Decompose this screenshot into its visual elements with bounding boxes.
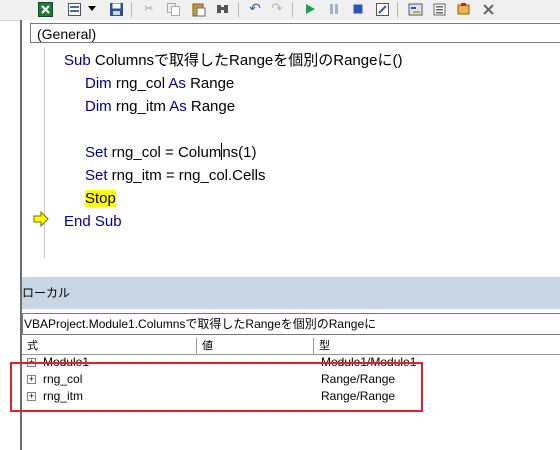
procedure-combo[interactable]: (General): [30, 23, 560, 43]
object-browser-icon[interactable]: [455, 1, 471, 17]
code-text: Range: [185, 75, 235, 92]
locals-grid-header: 式 値 型: [22, 338, 560, 355]
excel-icon[interactable]: [37, 1, 53, 17]
code-line: Sub Columnsで取得したRangeを個別のRangeに(): [64, 50, 402, 72]
code-window: (General) Sub Columnsで取得したRangeを個別のRange…: [20, 20, 560, 285]
keyword: As: [168, 75, 186, 92]
annotation-highlight-box: [10, 362, 423, 412]
column-header-type[interactable]: 型: [314, 338, 560, 354]
column-header-expression[interactable]: 式: [22, 338, 197, 354]
undo-icon[interactable]: ↶: [247, 1, 263, 17]
keyword: Dim: [85, 98, 112, 115]
code-line: Dim rng_col As Range: [85, 73, 234, 95]
code-line: End Sub: [64, 211, 122, 233]
code-text: rng_col: [111, 75, 169, 92]
save-icon[interactable]: [108, 1, 124, 17]
keyword: End Sub: [64, 213, 122, 230]
keyword: Set: [85, 144, 108, 161]
copy-icon[interactable]: [165, 1, 181, 17]
find-icon[interactable]: [214, 1, 230, 17]
run-icon[interactable]: [302, 1, 318, 17]
paste-icon[interactable]: [190, 1, 206, 17]
locals-context-field[interactable]: VBAProject.Module1.Columnsで取得したRangeを個別の…: [22, 313, 560, 335]
code-text: rng_col = Colum: [107, 144, 222, 161]
code-line-current: Stop: [85, 188, 116, 210]
code-text: ns(1): [222, 144, 257, 161]
keyword: As: [169, 98, 187, 115]
code-text: Range: [186, 98, 236, 115]
standard-toolbar: ✂ ↶ ↷: [0, 0, 560, 21]
reset-icon[interactable]: [350, 1, 366, 17]
code-line: Dim rng_itm As Range: [85, 96, 235, 118]
cut-icon[interactable]: ✂: [141, 1, 157, 17]
toolbox-icon[interactable]: [480, 1, 496, 17]
locals-window-title: ローカル: [22, 286, 71, 300]
code-text: rng_itm: [111, 98, 170, 115]
design-mode-icon[interactable]: [374, 1, 390, 17]
code-text: rng_itm = rng_col.Cells: [107, 167, 266, 184]
redo-icon[interactable]: ↷: [269, 1, 285, 17]
code-line: Set rng_itm = rng_col.Cells: [85, 165, 266, 187]
break-icon[interactable]: [326, 1, 342, 17]
properties-icon[interactable]: [431, 1, 447, 17]
keyword: Sub: [64, 52, 91, 69]
locals-window-titlebar[interactable]: ローカル: [20, 277, 560, 309]
column-header-value[interactable]: 値: [197, 338, 314, 354]
code-editor[interactable]: Sub Columnsで取得したRangeを個別のRangeに() Dim rn…: [45, 48, 560, 258]
stop-statement: Stop: [85, 190, 116, 207]
code-text: Columnsで取得したRangeを個別のRangeに(): [90, 52, 403, 69]
dropdown-arrow-icon[interactable]: [87, 1, 97, 17]
keyword: Dim: [85, 75, 112, 92]
code-line: Set rng_col = Columns(1): [85, 142, 257, 164]
keyword: Set: [85, 167, 108, 184]
insert-module-icon[interactable]: [66, 1, 82, 17]
project-explorer-icon[interactable]: [407, 1, 423, 17]
window-splitter[interactable]: [20, 265, 560, 277]
